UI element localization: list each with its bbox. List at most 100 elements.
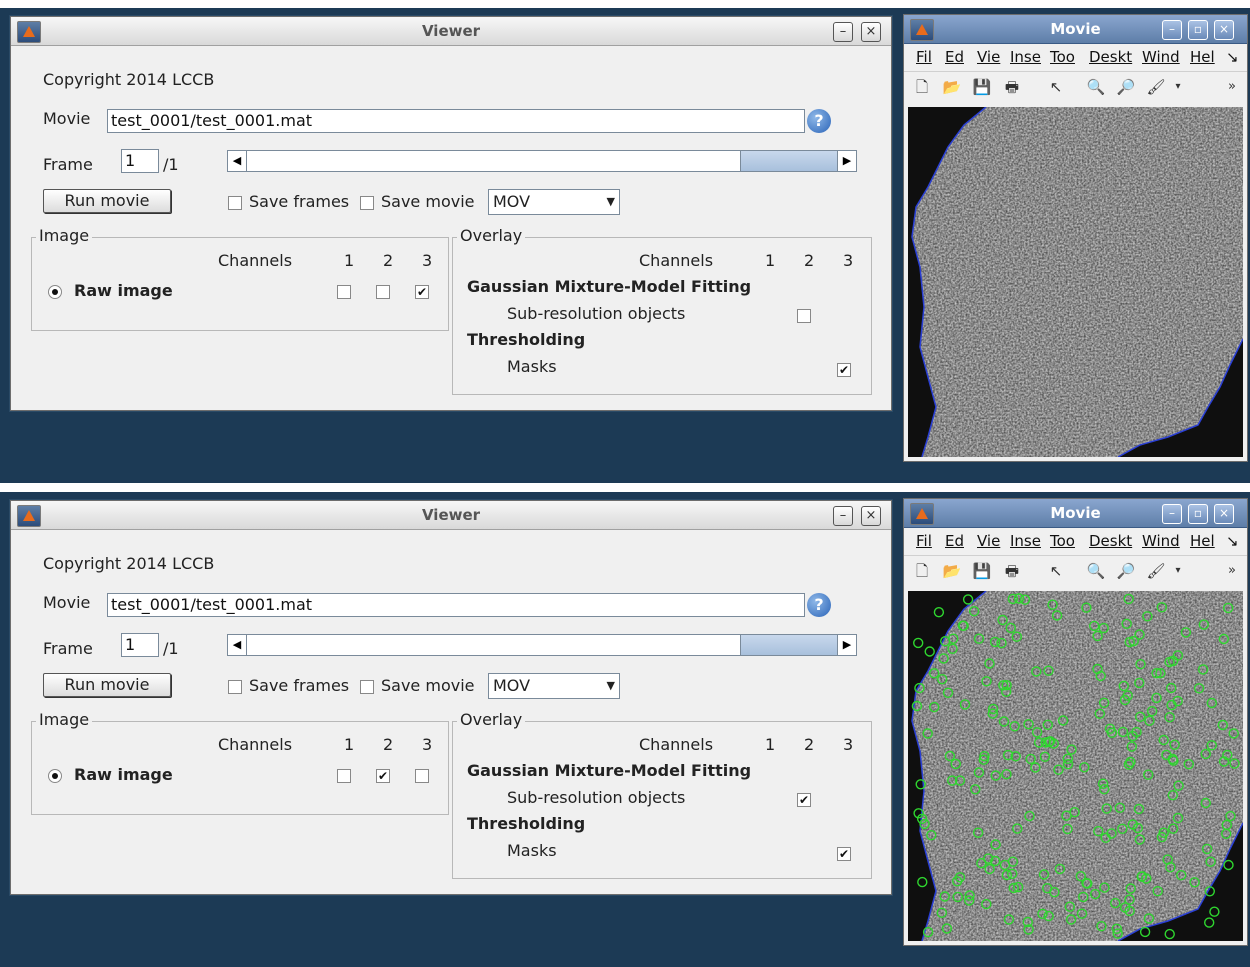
zoom-out-icon[interactable]: 🔎 xyxy=(1116,77,1136,97)
masks-checkbox[interactable]: ✔ xyxy=(837,847,851,861)
frame-slider[interactable]: ◀ ▶ xyxy=(227,150,857,172)
new-figure-icon[interactable]: 🗋 xyxy=(912,561,932,581)
format-select[interactable]: MOV ▼ xyxy=(488,189,620,215)
print-icon[interactable]: 🖶 xyxy=(1002,77,1022,97)
frame-input[interactable]: 1 xyxy=(121,149,159,173)
help-icon[interactable]: ? xyxy=(807,593,831,617)
menu-tools[interactable]: Too xyxy=(1050,532,1075,550)
maximize-button[interactable]: ▫ xyxy=(1188,504,1208,524)
menu-file[interactable]: Fil xyxy=(916,532,932,550)
run-movie-button[interactable]: Run movie xyxy=(43,189,171,213)
toolbar-overflow-icon[interactable]: » xyxy=(1222,77,1242,97)
overlay-channels-label: Channels xyxy=(639,251,714,270)
save-movie-checkbox[interactable] xyxy=(360,680,374,694)
menu-overflow-icon[interactable]: ↘ xyxy=(1226,48,1239,66)
slider-right-arrow-icon[interactable]: ▶ xyxy=(837,151,856,171)
toolbar-overflow-icon[interactable]: » xyxy=(1222,561,1242,581)
menu-edit[interactable]: Ed xyxy=(945,48,964,66)
brush-icon[interactable]: 🖌 xyxy=(1146,77,1166,97)
frame-label: Frame xyxy=(43,639,93,658)
close-button[interactable]: × xyxy=(1214,504,1234,524)
save-frames-label: Save frames xyxy=(249,676,350,695)
maximize-button[interactable]: ▫ xyxy=(1188,20,1208,40)
save-frames-checkbox[interactable] xyxy=(228,680,242,694)
minimize-button[interactable]: – xyxy=(1162,504,1182,524)
image-channel-1-checkbox[interactable] xyxy=(337,285,351,299)
subres-objects-checkbox[interactable]: ✔ xyxy=(797,793,811,807)
menu-file[interactable]: Fil xyxy=(916,48,932,66)
menu-desktop[interactable]: Deskt xyxy=(1089,532,1132,550)
close-button[interactable]: × xyxy=(1214,20,1234,40)
zoom-in-icon[interactable]: 🔍 xyxy=(1086,77,1106,97)
subres-objects-checkbox[interactable] xyxy=(797,309,811,323)
image-channel-3-checkbox[interactable] xyxy=(415,769,429,783)
slider-left-arrow-icon[interactable]: ◀ xyxy=(228,635,247,655)
new-figure-icon[interactable]: 🗋 xyxy=(912,77,932,97)
image-channels-label: Channels xyxy=(218,735,293,754)
raw-image-radio[interactable] xyxy=(48,769,62,783)
brush-icon[interactable]: 🖌 xyxy=(1146,561,1166,581)
close-button[interactable]: × xyxy=(861,506,881,526)
open-file-icon[interactable]: 📂 xyxy=(942,561,962,581)
save-frames-checkbox[interactable] xyxy=(228,196,242,210)
image-channel-2-checkbox[interactable]: ✔ xyxy=(376,769,390,783)
image-channel-3-checkbox[interactable]: ✔ xyxy=(415,285,429,299)
viewer-titlebar[interactable]: Viewer – × xyxy=(11,501,891,530)
image-channel-1-checkbox[interactable] xyxy=(337,769,351,783)
movie-canvas[interactable] xyxy=(908,107,1243,457)
open-file-icon[interactable]: 📂 xyxy=(942,77,962,97)
overlay-channel-3-label: 3 xyxy=(843,251,854,270)
image-channel-1-label: 1 xyxy=(344,251,355,270)
slider-thumb[interactable] xyxy=(740,151,838,171)
menu-insert[interactable]: Inse xyxy=(1010,48,1041,66)
menu-view[interactable]: Vie xyxy=(977,532,1000,550)
zoom-in-icon[interactable]: 🔍 xyxy=(1086,561,1106,581)
raw-image-label: Raw image xyxy=(74,281,173,300)
format-select[interactable]: MOV ▼ xyxy=(488,673,620,699)
minimize-button[interactable]: – xyxy=(833,506,853,526)
help-icon[interactable]: ? xyxy=(807,109,831,133)
raw-image-label: Raw image xyxy=(74,765,173,784)
movie-titlebar[interactable]: Movie – ▫ × xyxy=(904,15,1247,44)
minimize-button[interactable]: – xyxy=(833,22,853,42)
overlay-group: Overlay Channels 1 2 3 Gaussian Mixture-… xyxy=(452,710,872,879)
slider-thumb[interactable] xyxy=(740,635,838,655)
save-movie-label: Save movie xyxy=(381,676,475,695)
menu-view[interactable]: Vie xyxy=(977,48,1000,66)
close-button[interactable]: × xyxy=(861,22,881,42)
screenshot-panel-2: Viewer – × Copyright 2014 LCCB Movie tes… xyxy=(0,492,1250,967)
slider-left-arrow-icon[interactable]: ◀ xyxy=(228,151,247,171)
movie-path-field[interactable]: test_0001/test_0001.mat xyxy=(107,109,805,133)
minimize-button[interactable]: – xyxy=(1162,20,1182,40)
menu-overflow-icon[interactable]: ↘ xyxy=(1226,532,1239,550)
movie-titlebar[interactable]: Movie – ▫ × xyxy=(904,499,1247,528)
masks-checkbox[interactable]: ✔ xyxy=(837,363,851,377)
movie-canvas[interactable] xyxy=(908,591,1243,941)
frame-input[interactable]: 1 xyxy=(121,633,159,657)
run-movie-button[interactable]: Run movie xyxy=(43,673,171,697)
pointer-icon[interactable]: ↖ xyxy=(1046,77,1066,97)
frame-slider[interactable]: ◀ ▶ xyxy=(227,634,857,656)
brush-dropdown-icon[interactable]: ▾ xyxy=(1168,77,1188,97)
overlay-channel-1-label: 1 xyxy=(765,735,776,754)
print-icon[interactable]: 🖶 xyxy=(1002,561,1022,581)
save-icon[interactable]: 💾 xyxy=(972,77,992,97)
pointer-icon[interactable]: ↖ xyxy=(1046,561,1066,581)
menu-edit[interactable]: Ed xyxy=(945,532,964,550)
menu-help[interactable]: Hel xyxy=(1190,48,1215,66)
movie-path-field[interactable]: test_0001/test_0001.mat xyxy=(107,593,805,617)
image-channel-2-checkbox[interactable] xyxy=(376,285,390,299)
brush-dropdown-icon[interactable]: ▾ xyxy=(1168,561,1188,581)
viewer-titlebar[interactable]: Viewer – × xyxy=(11,17,891,46)
save-icon[interactable]: 💾 xyxy=(972,561,992,581)
slider-right-arrow-icon[interactable]: ▶ xyxy=(837,635,856,655)
menu-insert[interactable]: Inse xyxy=(1010,532,1041,550)
menu-window[interactable]: Wind xyxy=(1142,532,1180,550)
save-movie-checkbox[interactable] xyxy=(360,196,374,210)
menu-tools[interactable]: Too xyxy=(1050,48,1075,66)
menu-window[interactable]: Wind xyxy=(1142,48,1180,66)
menu-desktop[interactable]: Deskt xyxy=(1089,48,1132,66)
zoom-out-icon[interactable]: 🔎 xyxy=(1116,561,1136,581)
raw-image-radio[interactable] xyxy=(48,285,62,299)
menu-help[interactable]: Hel xyxy=(1190,532,1215,550)
